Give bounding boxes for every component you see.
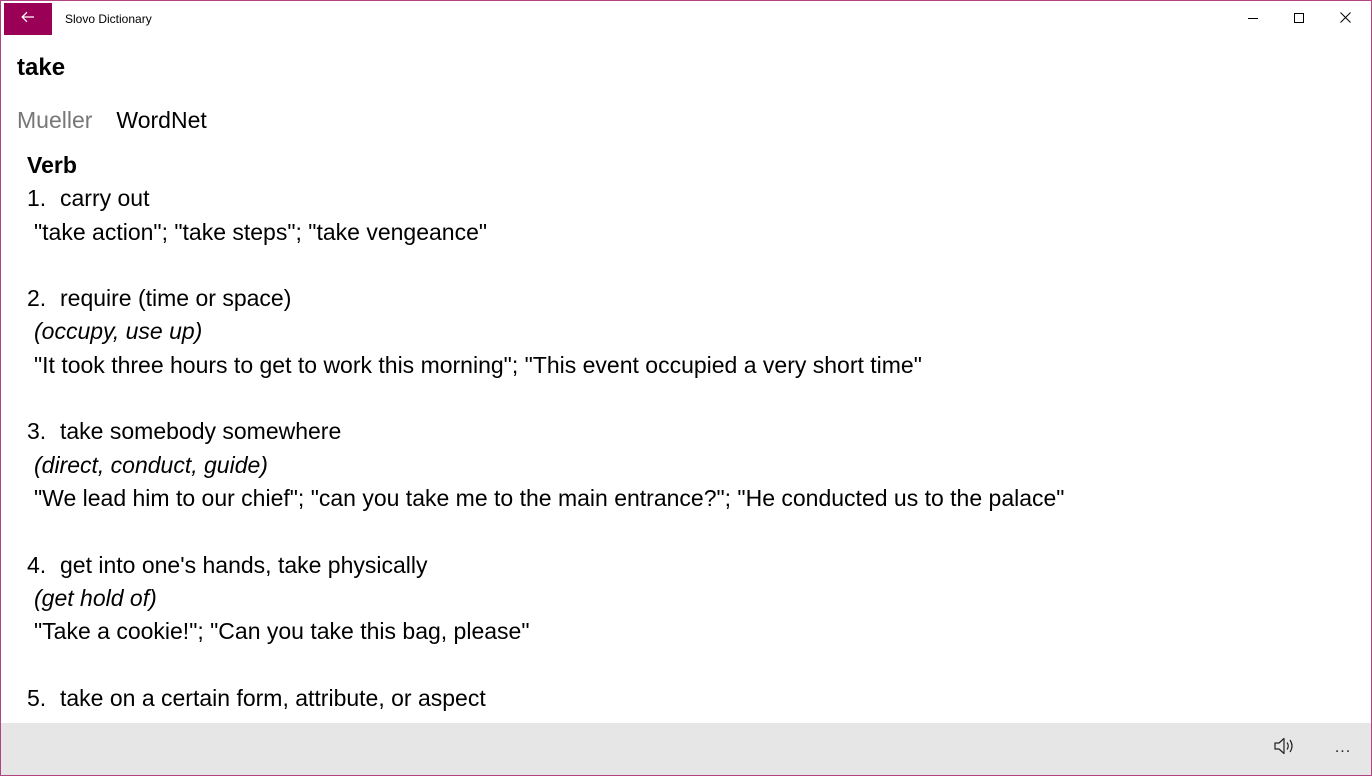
sense-gloss-line: 1. carry out (27, 182, 1347, 215)
sense-item: 5. take on a certain form, attribute, or … (27, 682, 1347, 715)
sense-synonyms: (get hold of) (34, 584, 157, 611)
sense-spacer (27, 249, 1347, 282)
sense-gloss-line: 2. require (time or space) (27, 282, 1347, 315)
title-bar: Slovo Dictionary (1, 1, 1371, 37)
sense-examples: "It took three hours to get to work this… (34, 351, 922, 378)
sense-synonyms: (occupy, use up) (34, 318, 203, 345)
back-arrow-icon (21, 10, 35, 28)
sense-item: 3. take somebody somewhere (direct, condu… (27, 415, 1347, 515)
maximize-button[interactable] (1276, 3, 1322, 35)
word-heading: take (17, 54, 66, 81)
maximize-icon (1294, 10, 1304, 28)
close-button[interactable] (1322, 3, 1368, 35)
sense-gloss: take somebody somewhere (60, 418, 342, 445)
more-icon: ... (1334, 739, 1352, 756)
tab-wordnet[interactable]: WordNet (116, 107, 206, 134)
sense-spacer (27, 648, 1347, 681)
minimize-icon (1248, 10, 1258, 28)
back-button[interactable] (4, 3, 52, 35)
sense-gloss: take on a certain form, attribute, or as… (60, 684, 486, 711)
sense-number: 1. (27, 185, 47, 212)
definitions-panel[interactable]: Verb 1. carry out "take action"; "take st… (27, 149, 1347, 723)
sense-item: 2. require (time or space) (occupy, use u… (27, 282, 1347, 382)
tab-mueller[interactable]: Mueller (17, 107, 92, 134)
pronounce-button[interactable] (1271, 735, 1299, 761)
sense-item: 4. get into one's hands, take physically … (27, 549, 1347, 649)
sense-synonyms: (direct, conduct, guide) (34, 451, 268, 478)
sense-number: 2. (27, 285, 47, 312)
sense-gloss: require (time or space) (60, 285, 292, 312)
sense-number: 4. (27, 551, 47, 578)
sense-number: 3. (27, 418, 47, 445)
part-of-speech: Verb (27, 152, 77, 178)
sense-gloss-line: 4. get into one's hands, take physically (27, 549, 1347, 582)
sense-examples: "take action"; "take steps"; "take venge… (34, 218, 488, 245)
sense-examples: "Take a cookie!"; "Can you take this bag… (34, 618, 530, 645)
close-icon (1339, 10, 1351, 28)
sense-examples: "We lead him to our chief"; "can you tak… (34, 484, 1065, 511)
minimize-button[interactable] (1230, 3, 1276, 35)
sense-gloss: carry out (60, 185, 150, 212)
sense-spacer (27, 382, 1347, 415)
sense-gloss: get into one's hands, take physically (60, 551, 428, 578)
sense-gloss-line: 5. take on a certain form, attribute, or … (27, 682, 1347, 715)
more-button[interactable]: ... (1329, 735, 1357, 761)
sense-gloss-line: 3. take somebody somewhere (27, 415, 1347, 448)
sense-item: 1. carry out "take action"; "take steps";… (27, 182, 1347, 249)
sense-number: 5. (27, 684, 47, 711)
speaker-icon (1273, 736, 1297, 761)
app-title: Slovo Dictionary (65, 12, 152, 26)
app-window: Slovo Dictionary take Mueller WordNet Ve… (0, 0, 1372, 776)
dictionary-tabs: Mueller WordNet (17, 107, 207, 134)
sense-spacer (27, 515, 1347, 548)
bottom-app-bar: ... (1, 723, 1371, 775)
